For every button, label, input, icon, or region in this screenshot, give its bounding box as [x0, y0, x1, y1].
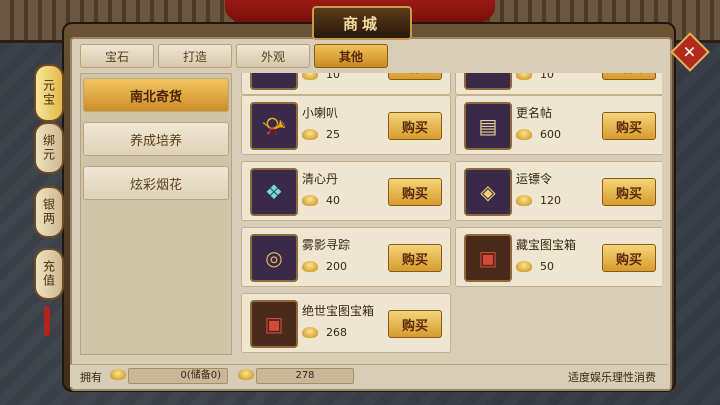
buy-button[interactable]: 购买: [388, 73, 442, 80]
item-price: 10: [540, 73, 554, 81]
item-card: ❖ 清心丹 40 购买: [241, 161, 451, 221]
tab-forge[interactable]: 打造: [158, 44, 232, 68]
side-tab-label: 绑元: [41, 134, 56, 162]
buy-button[interactable]: 购买: [602, 178, 656, 206]
side-tab-yinliang[interactable]: 银两: [34, 186, 64, 238]
pill-icon: ❖: [250, 168, 298, 216]
tassel-decoration: [44, 306, 50, 336]
bound-gold-icon: [238, 369, 254, 380]
partial-item-icon: ✦: [464, 73, 512, 90]
item-card: ▣ 藏宝图宝箱 50 购买: [455, 227, 662, 287]
side-tab-label: 银两: [41, 198, 56, 226]
gold-ingot-icon: [110, 369, 126, 380]
side-tab-yuanbao[interactable]: 元宝: [34, 64, 64, 122]
subcategory-item[interactable]: 炫彩烟花: [83, 166, 229, 200]
side-tab-label: 充值: [41, 260, 56, 288]
item-card: ▤ 更名帖 600 购买: [455, 95, 662, 155]
item-price: 40: [326, 194, 340, 207]
gold-ingot-icon: [516, 73, 532, 80]
buy-button[interactable]: 购买: [388, 178, 442, 206]
subcategory-item[interactable]: 养成培养: [83, 122, 229, 156]
tab-gem[interactable]: 宝石: [80, 44, 154, 68]
item-name: 小喇叭: [302, 106, 339, 120]
item-price: 50: [540, 260, 554, 273]
category-tabs: 宝石 打造 外观 其他: [80, 44, 388, 68]
gold-ingot-icon: [516, 195, 532, 206]
gold-ingot-icon: [302, 327, 318, 338]
tab-appearance[interactable]: 外观: [236, 44, 310, 68]
page-title: 商城: [312, 6, 412, 40]
horn-icon: 📯: [250, 102, 298, 150]
item-price: 120: [540, 194, 561, 207]
tab-other[interactable]: 其他: [314, 44, 388, 68]
buy-button[interactable]: 购买: [602, 112, 656, 140]
subcategory-item[interactable]: 南北奇货: [83, 78, 229, 112]
subcategory-list: 南北奇货 养成培养 炫彩烟花: [80, 73, 232, 355]
buy-button[interactable]: 购买: [602, 73, 656, 80]
item-card: ▣ 绝世宝图宝箱 268 购买: [241, 293, 451, 353]
item-price: 600: [540, 128, 561, 141]
chest-icon: ▣: [250, 300, 298, 348]
token-icon: ◈: [464, 168, 512, 216]
buy-button[interactable]: 购买: [388, 310, 442, 338]
chest-icon: ▣: [464, 234, 512, 282]
side-tab-chongzhi[interactable]: 充值: [34, 248, 64, 300]
item-name: 更名帖: [516, 106, 553, 120]
side-tab-bangyuan[interactable]: 绑元: [34, 122, 64, 174]
own-label: 拥有: [80, 371, 102, 384]
close-icon: ✕: [683, 42, 697, 62]
item-card: ✦ 10 购买: [455, 73, 662, 95]
item-price: 25: [326, 128, 340, 141]
item-card: ✦ 10 购买: [241, 73, 451, 95]
notice-text: 适度娱乐理性消费: [568, 371, 656, 384]
scroll-book-icon: ▤: [464, 102, 512, 150]
gold-ingot-icon: [516, 129, 532, 140]
gold-ingot-icon: [302, 129, 318, 140]
buy-button[interactable]: 购买: [388, 244, 442, 272]
item-card: 📯 小喇叭 25 购买: [241, 95, 451, 155]
buy-button[interactable]: 购买: [602, 244, 656, 272]
gold-ingot-icon: [302, 261, 318, 272]
gold-ingot-icon: [302, 195, 318, 206]
item-grid: ✦ 10 购买 ✦ 10 购买 📯 小喇叭 25 购买 ▤ 更名帖 600 购买…: [237, 73, 662, 353]
item-name: 运镖令: [516, 172, 553, 186]
item-price: 200: [326, 260, 347, 273]
currency-bar: 拥有 0(储备0) 278 适度娱乐理性消费: [70, 364, 668, 387]
item-name: 绝世宝图宝箱: [302, 304, 375, 318]
item-name: 雾影寻踪: [302, 238, 351, 252]
bound-value: 278: [256, 368, 354, 384]
side-tab-label: 元宝: [41, 79, 56, 107]
gold-ingot-icon: [302, 73, 318, 80]
item-card: ◎ 雾影寻踪 200 购买: [241, 227, 451, 287]
own-value: 0(储备0): [128, 368, 228, 384]
item-name: 清心丹: [302, 172, 339, 186]
item-price: 268: [326, 326, 347, 339]
item-card: ◈ 运镖令 120 购买: [455, 161, 662, 221]
partial-item-icon: ✦: [250, 73, 298, 90]
compass-icon: ◎: [250, 234, 298, 282]
item-price: 10: [326, 73, 340, 81]
buy-button[interactable]: 购买: [388, 112, 442, 140]
item-name: 藏宝图宝箱: [516, 238, 577, 252]
gold-ingot-icon: [516, 261, 532, 272]
